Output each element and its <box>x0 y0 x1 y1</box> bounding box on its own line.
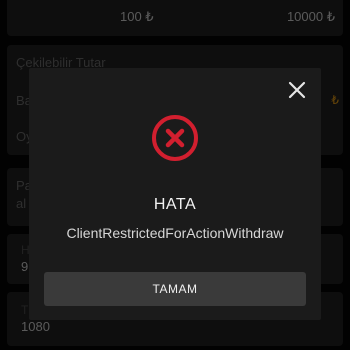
close-icon[interactable] <box>287 80 307 100</box>
error-dialog: HATA ClientRestrictedForActionWithdraw T… <box>29 68 321 320</box>
dialog-message: ClientRestrictedForActionWithdraw <box>66 225 284 241</box>
ok-button[interactable]: TAMAM <box>44 272 306 306</box>
dialog-title: HATA <box>153 196 197 213</box>
error-x-circle-icon <box>151 114 199 162</box>
